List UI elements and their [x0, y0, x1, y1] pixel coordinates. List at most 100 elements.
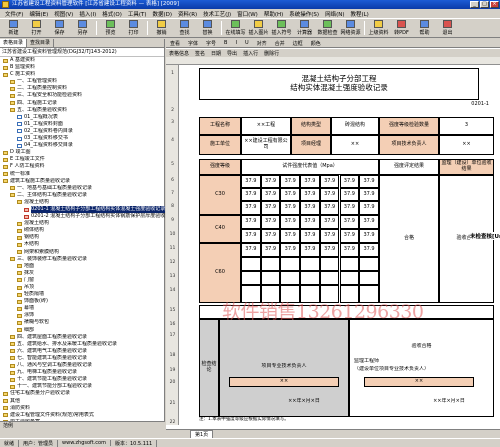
row-number[interactable]: 19: [166, 368, 179, 373]
toolbar-button[interactable]: 退出: [436, 19, 459, 37]
strength-cell[interactable]: 37.9: [300, 215, 320, 229]
strength-cell[interactable]: 37.9: [241, 188, 261, 201]
strength-cell[interactable]: 37.9: [319, 188, 340, 201]
row-number[interactable]: 17: [166, 333, 179, 338]
tree-node[interactable]: 建设工程管理文件资料(规范)常用表式: [0, 412, 165, 419]
tree-node[interactable]: 二、主体结构工程质量验收记录: [0, 192, 165, 199]
row-number[interactable]: 5: [166, 162, 179, 167]
strength-cell[interactable]: 37.9: [319, 243, 340, 257]
menu-item[interactable]: 工具(T): [125, 10, 150, 18]
strength-cell[interactable]: 37.9: [319, 229, 340, 243]
tree-node[interactable]: 十、建筑节能工程质量验收记录: [0, 376, 165, 383]
tree-node[interactable]: 五、建筑给水、排水及采暖工程质量验收记录: [0, 341, 165, 348]
strength-cell[interactable]: 37.9: [280, 201, 301, 215]
row-number[interactable]: 20: [166, 380, 179, 385]
toolbar-button[interactable]: 新建: [2, 19, 25, 37]
strength-cell[interactable]: [319, 271, 340, 285]
tree-node[interactable]: 六、建筑电气工程质量验收记录: [0, 348, 165, 355]
toolbar-button[interactable]: 另存: [71, 19, 94, 37]
tree-node[interactable]: 七、智能建筑工程质量验收记录: [0, 355, 165, 362]
format-button[interactable]: B: [220, 40, 231, 46]
sheet-tool-button[interactable]: 导出: [224, 50, 240, 57]
strength-cell[interactable]: 37.9: [260, 229, 281, 243]
strength-cell[interactable]: [319, 257, 340, 271]
tech-lead-sign-value[interactable]: ××: [229, 377, 339, 387]
close-icon[interactable]: ×: [490, 1, 499, 8]
left-date[interactable]: ××年×月×日: [259, 398, 349, 406]
row-number[interactable]: 12: [166, 260, 179, 265]
left-bottom-label[interactable]: 范例: [0, 421, 165, 429]
tree-node[interactable]: 轻质隔墙: [0, 291, 165, 298]
strength-cell[interactable]: 37.9: [280, 215, 301, 229]
strength-cell[interactable]: 37.9: [339, 201, 360, 215]
tree-node[interactable]: E 工程竣工文件: [0, 156, 165, 163]
strength-cell[interactable]: [280, 271, 301, 285]
supervisor-sign-value[interactable]: ××: [364, 377, 474, 387]
tree-node[interactable]: 网架和索膜结构: [0, 249, 165, 256]
strength-cell[interactable]: [241, 257, 261, 271]
strength-cell[interactable]: [300, 271, 320, 285]
tree-node[interactable]: 住宅工程质量分户验收记录: [0, 390, 165, 397]
row-number[interactable]: 8: [166, 204, 179, 209]
row-number[interactable]: 2: [166, 108, 179, 113]
toolbar-button[interactable]: 撤销: [150, 19, 173, 37]
sheet-tool-button[interactable]: 插入行: [240, 50, 261, 57]
tree-node[interactable]: 混凝土结构: [0, 199, 165, 206]
strength-cell[interactable]: 37.9: [359, 175, 379, 188]
pm-value[interactable]: ××: [331, 135, 379, 155]
strength-cell[interactable]: 37.9: [319, 175, 340, 188]
toolbar-button[interactable]: 转PDF: [390, 19, 413, 37]
strength-cell[interactable]: 37.9: [339, 243, 360, 257]
tree-node[interactable]: 木结构: [0, 241, 165, 248]
menu-item[interactable]: 系统操作(S): [286, 10, 322, 18]
menu-item[interactable]: 帮助(H): [261, 10, 286, 18]
tree-node[interactable]: C 施工资料: [0, 71, 165, 78]
strength-cell[interactable]: 37.9: [339, 188, 360, 201]
minimize-icon[interactable]: _: [470, 1, 479, 8]
tree-node[interactable]: 涂饰: [0, 312, 165, 319]
tree-node[interactable]: D 竣工图: [0, 149, 165, 156]
sheet-tool-button[interactable]: 删除行: [261, 50, 282, 57]
right-date[interactable]: ××年×月×日: [404, 398, 494, 406]
strength-cell[interactable]: 37.9: [280, 175, 301, 188]
row-number[interactable]: 3: [166, 120, 179, 125]
tree-node[interactable]: 建筑工程施工质量验收记录: [0, 178, 165, 185]
strength-cell[interactable]: [260, 271, 281, 285]
menu-item[interactable]: 数据(D): [150, 10, 176, 18]
menu-item[interactable]: 编辑(E): [26, 10, 51, 18]
tree-node[interactable]: B 监理资料: [0, 64, 165, 71]
tree-node[interactable]: 统一标准: [0, 171, 165, 178]
strength-cell[interactable]: [339, 257, 360, 271]
strength-cell[interactable]: 37.9: [260, 201, 281, 215]
sheet-tool-button[interactable]: 表格信息: [166, 50, 192, 57]
menu-item[interactable]: 窗口(W): [234, 10, 261, 18]
menu-item[interactable]: 教程(L): [347, 10, 371, 18]
tree-node[interactable]: A 基建资料: [0, 57, 165, 64]
strength-cell[interactable]: 37.9: [359, 188, 379, 201]
tree-node[interactable]: 01_工程概况表: [0, 114, 165, 121]
strength-cell[interactable]: 37.9: [319, 201, 340, 215]
toolbar-button[interactable]: 插入符号: [270, 19, 293, 37]
project-name-value[interactable]: ××工程: [241, 117, 291, 135]
left-tab[interactable]: 查找目录: [27, 39, 55, 47]
tree-node[interactable]: 混凝土结构: [0, 220, 165, 227]
strength-cell[interactable]: 37.9: [359, 243, 379, 257]
tree-node[interactable]: 四、工程施工记录: [0, 100, 165, 107]
tree-node[interactable]: 其他: [0, 398, 165, 405]
tree-node[interactable]: 裱糊与软包: [0, 319, 165, 326]
tree-node[interactable]: 饰面板(砖): [0, 298, 165, 305]
strength-cell[interactable]: 37.9: [339, 229, 360, 243]
strength-cell[interactable]: 37.9: [359, 201, 379, 215]
menu-item[interactable]: 资料(R): [175, 10, 200, 18]
strength-cell[interactable]: 37.9: [280, 229, 301, 243]
strength-cell[interactable]: 37.9: [260, 215, 281, 229]
strength-cell[interactable]: 37.9: [359, 215, 379, 229]
menu-item[interactable]: 视图(V): [51, 10, 76, 18]
tree-node[interactable]: 钢结构: [0, 234, 165, 241]
tree-node[interactable]: 0201-2 混凝土结构子分部工程结构实体钢筋保护层厚度验收记录: [0, 213, 165, 220]
format-button[interactable]: I: [231, 40, 240, 46]
strength-cell[interactable]: 37.9: [260, 175, 281, 188]
strength-cell[interactable]: 37.9: [241, 229, 261, 243]
menu-item[interactable]: 技术工艺(J): [200, 10, 234, 18]
maximize-icon[interactable]: □: [480, 1, 489, 8]
